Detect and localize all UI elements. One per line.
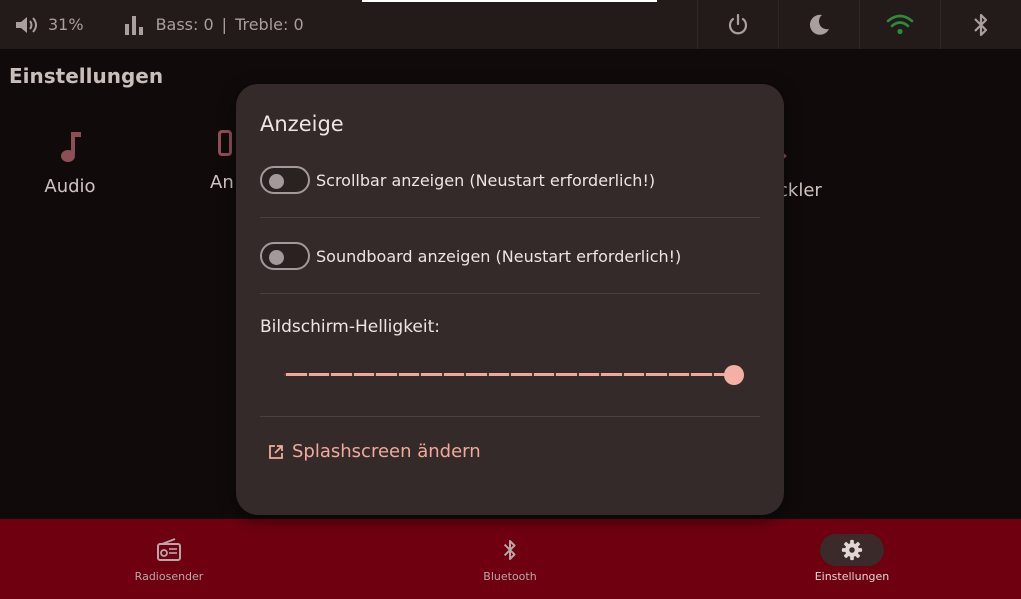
tile-audio-label: Audio <box>44 176 96 197</box>
power-button[interactable] <box>697 0 778 49</box>
brightness-label: Bildschirm-Helligkeit: <box>260 317 441 337</box>
power-icon <box>728 13 748 34</box>
nav-label-radiosender: Radiosender <box>134 570 204 583</box>
slider-tick <box>374 373 376 376</box>
slider-tick <box>396 373 399 376</box>
open-in-new-icon <box>269 444 283 459</box>
tile-entwickler-label: ckler <box>778 180 822 201</box>
gear-icon <box>841 539 863 561</box>
treble-value: Treble: 0 <box>235 15 304 34</box>
night-mode-button[interactable] <box>778 0 859 49</box>
slider-tick <box>599 373 601 376</box>
dialog-title: Anzeige <box>260 112 344 136</box>
divider <box>260 217 760 218</box>
wifi-icon <box>886 14 914 34</box>
scrollbar-toggle[interactable] <box>260 166 310 194</box>
nav-label-bluetooth: Bluetooth <box>483 570 537 583</box>
moon-icon <box>809 14 829 35</box>
scrollbar-setting-row: Scrollbar anzeigen (Neustart erforderlic… <box>260 166 655 194</box>
slider-tick <box>486 373 489 376</box>
slider-tick <box>689 373 691 376</box>
slider-tick <box>306 373 309 376</box>
toggle-knob <box>269 174 284 189</box>
slider-tick <box>441 373 444 376</box>
slider-tick <box>351 373 354 376</box>
wifi-button[interactable] <box>859 0 940 49</box>
bluetooth-button[interactable] <box>940 0 1021 49</box>
slider-tick <box>284 373 286 376</box>
slider-tick <box>644 373 646 376</box>
slider-tick <box>329 373 331 376</box>
slider-tick <box>509 373 511 376</box>
splashscreen-link-label: Splashscreen ändern <box>292 441 481 462</box>
tile-anzeige-label: An <box>210 172 234 193</box>
nav-active-indicator <box>820 534 884 566</box>
slider-tick <box>464 373 466 376</box>
slider-tick <box>666 373 669 376</box>
bass-value: Bass: 0 <box>155 15 214 34</box>
tile-entwickler[interactable]: ckler <box>778 145 822 201</box>
status-bar: 31% Bass: 0 | Treble: 0 <box>0 0 1021 49</box>
volume-status[interactable]: 31% <box>14 14 84 36</box>
divider <box>260 416 760 417</box>
slider-thumb[interactable] <box>724 365 744 385</box>
volume-icon <box>16 16 37 33</box>
nav-item-bluetooth[interactable]: Bluetooth <box>430 519 590 599</box>
nav-item-einstellungen[interactable]: Einstellungen <box>772 519 932 599</box>
nav-item-radiosender[interactable]: Radiosender <box>89 519 249 599</box>
tile-anzeige-icon <box>218 130 232 156</box>
soundboard-toggle-label: Soundboard anzeigen (Neustart erforderli… <box>316 246 682 266</box>
page-title: Einstellungen <box>9 64 164 88</box>
tile-anzeige[interactable]: An <box>210 130 234 193</box>
tile-audio[interactable]: Audio <box>30 130 110 197</box>
music-note-icon <box>61 132 81 162</box>
splashscreen-link[interactable]: Splashscreen ändern <box>268 441 481 462</box>
bluetooth-icon <box>974 13 988 36</box>
slider-tick <box>531 373 534 376</box>
slider-tick <box>419 373 421 376</box>
bottom-navigation: Radiosender Bluetooth Einstellungen <box>0 519 1021 599</box>
display-settings-dialog: Anzeige Scrollbar anzeigen (Neustart erf… <box>236 84 784 515</box>
slider-tick <box>711 373 714 376</box>
slider-tick <box>554 373 556 376</box>
toggle-knob <box>269 250 284 265</box>
top-drag-indicator <box>362 0 657 2</box>
equalizer-status[interactable]: Bass: 0 | Treble: 0 <box>124 14 304 36</box>
equalizer-bars-icon <box>124 15 143 35</box>
slider-tick <box>621 373 624 376</box>
nav-label-einstellungen: Einstellungen <box>814 570 890 583</box>
audio-status: 31% Bass: 0 | Treble: 0 <box>0 0 697 49</box>
bluetooth-icon <box>503 540 516 560</box>
soundboard-toggle[interactable] <box>260 242 310 270</box>
slider-tick <box>576 373 579 376</box>
radio-icon <box>157 538 181 561</box>
soundboard-setting-row: Soundboard anzeigen (Neustart erforderli… <box>260 242 681 270</box>
divider <box>260 293 760 294</box>
separator: | <box>221 15 228 34</box>
scrollbar-toggle-label: Scrollbar anzeigen (Neustart erforderlic… <box>316 170 656 190</box>
volume-value: 31% <box>48 15 84 34</box>
